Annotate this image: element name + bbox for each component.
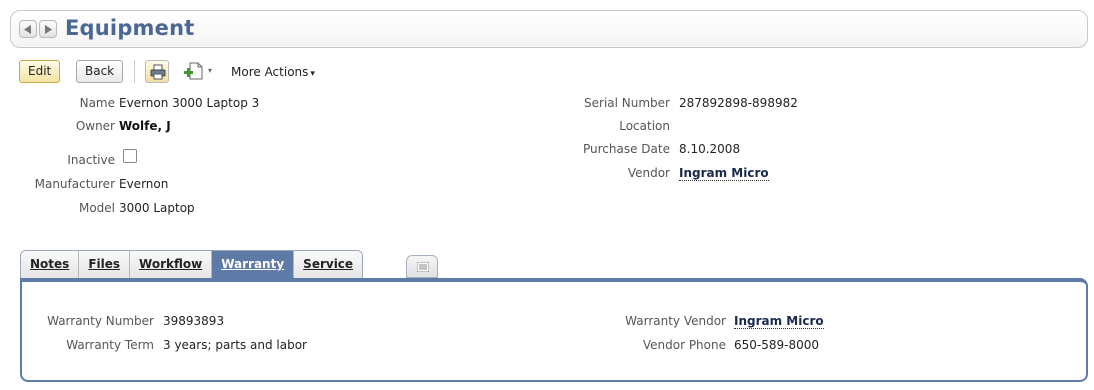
warranty-vendor-link[interactable]: Ingram Micro: [734, 314, 824, 329]
tab-notes[interactable]: Notes: [21, 251, 80, 278]
triangle-left-icon: [24, 25, 31, 34]
printer-icon: [150, 64, 166, 80]
nav-back-button[interactable]: [19, 20, 37, 38]
model-label: Model: [78, 201, 115, 215]
purchase-date-label: Purchase Date: [583, 142, 670, 156]
warranty-number-label: Warranty Number: [47, 314, 154, 328]
warranty-vendor-label: Warranty Vendor: [625, 314, 726, 328]
page-title: Equipment: [65, 16, 195, 40]
more-tabs-button[interactable]: [406, 255, 438, 278]
toolbar-divider: [134, 60, 135, 83]
print-button[interactable]: [145, 60, 169, 83]
owner-label: Owner: [75, 119, 115, 133]
list-icon: [417, 262, 429, 272]
model-value: 3000 Laptop: [119, 201, 195, 215]
chevron-down-icon: ▾: [310, 69, 315, 79]
inactive-label: Inactive: [67, 153, 115, 167]
owner-value: Wolfe, J: [119, 119, 171, 133]
manufacturer-label: Manufacturer: [34, 177, 115, 191]
new-dropdown-caret[interactable]: ▾: [208, 66, 212, 75]
new-document-button[interactable]: [183, 61, 205, 84]
inactive-checkbox[interactable]: [123, 149, 137, 163]
tab-service[interactable]: Service: [294, 251, 363, 278]
tab-warranty[interactable]: Warranty: [212, 251, 295, 278]
name-value: Evernon 3000 Laptop 3: [119, 96, 260, 110]
more-actions-menu[interactable]: More Actions ▾: [231, 65, 315, 79]
tab-bar: Notes Files Workflow Warranty Service: [20, 250, 364, 278]
name-label: Name: [79, 96, 115, 110]
manufacturer-value: Evernon: [119, 177, 169, 191]
warranty-number-value: 39893893: [163, 314, 225, 328]
purchase-date-value: 8.10.2008: [679, 142, 741, 156]
serial-number-label: Serial Number: [584, 96, 670, 110]
more-actions-label: More Actions: [231, 65, 309, 79]
back-button[interactable]: Back: [76, 60, 124, 83]
nav-forward-button[interactable]: [39, 20, 57, 38]
vendor-link[interactable]: Ingram Micro: [679, 166, 769, 181]
edit-button[interactable]: Edit: [19, 60, 61, 83]
warranty-term-value: 3 years; parts and labor: [163, 338, 307, 352]
triangle-right-icon: [45, 25, 52, 34]
vendor-phone-label: Vendor Phone: [642, 338, 726, 352]
tab-files[interactable]: Files: [79, 251, 131, 278]
warranty-term-label: Warranty Term: [66, 338, 154, 352]
serial-number-value: 287892898-898982: [679, 96, 798, 110]
vendor-phone-value: 650-589-8000: [734, 338, 820, 352]
warranty-panel: [20, 278, 1088, 382]
tab-workflow[interactable]: Workflow: [130, 251, 213, 278]
vendor-label: Vendor: [627, 166, 670, 180]
location-label: Location: [619, 119, 670, 133]
title-bar: Equipment: [10, 10, 1088, 48]
new-document-icon: [184, 62, 203, 80]
